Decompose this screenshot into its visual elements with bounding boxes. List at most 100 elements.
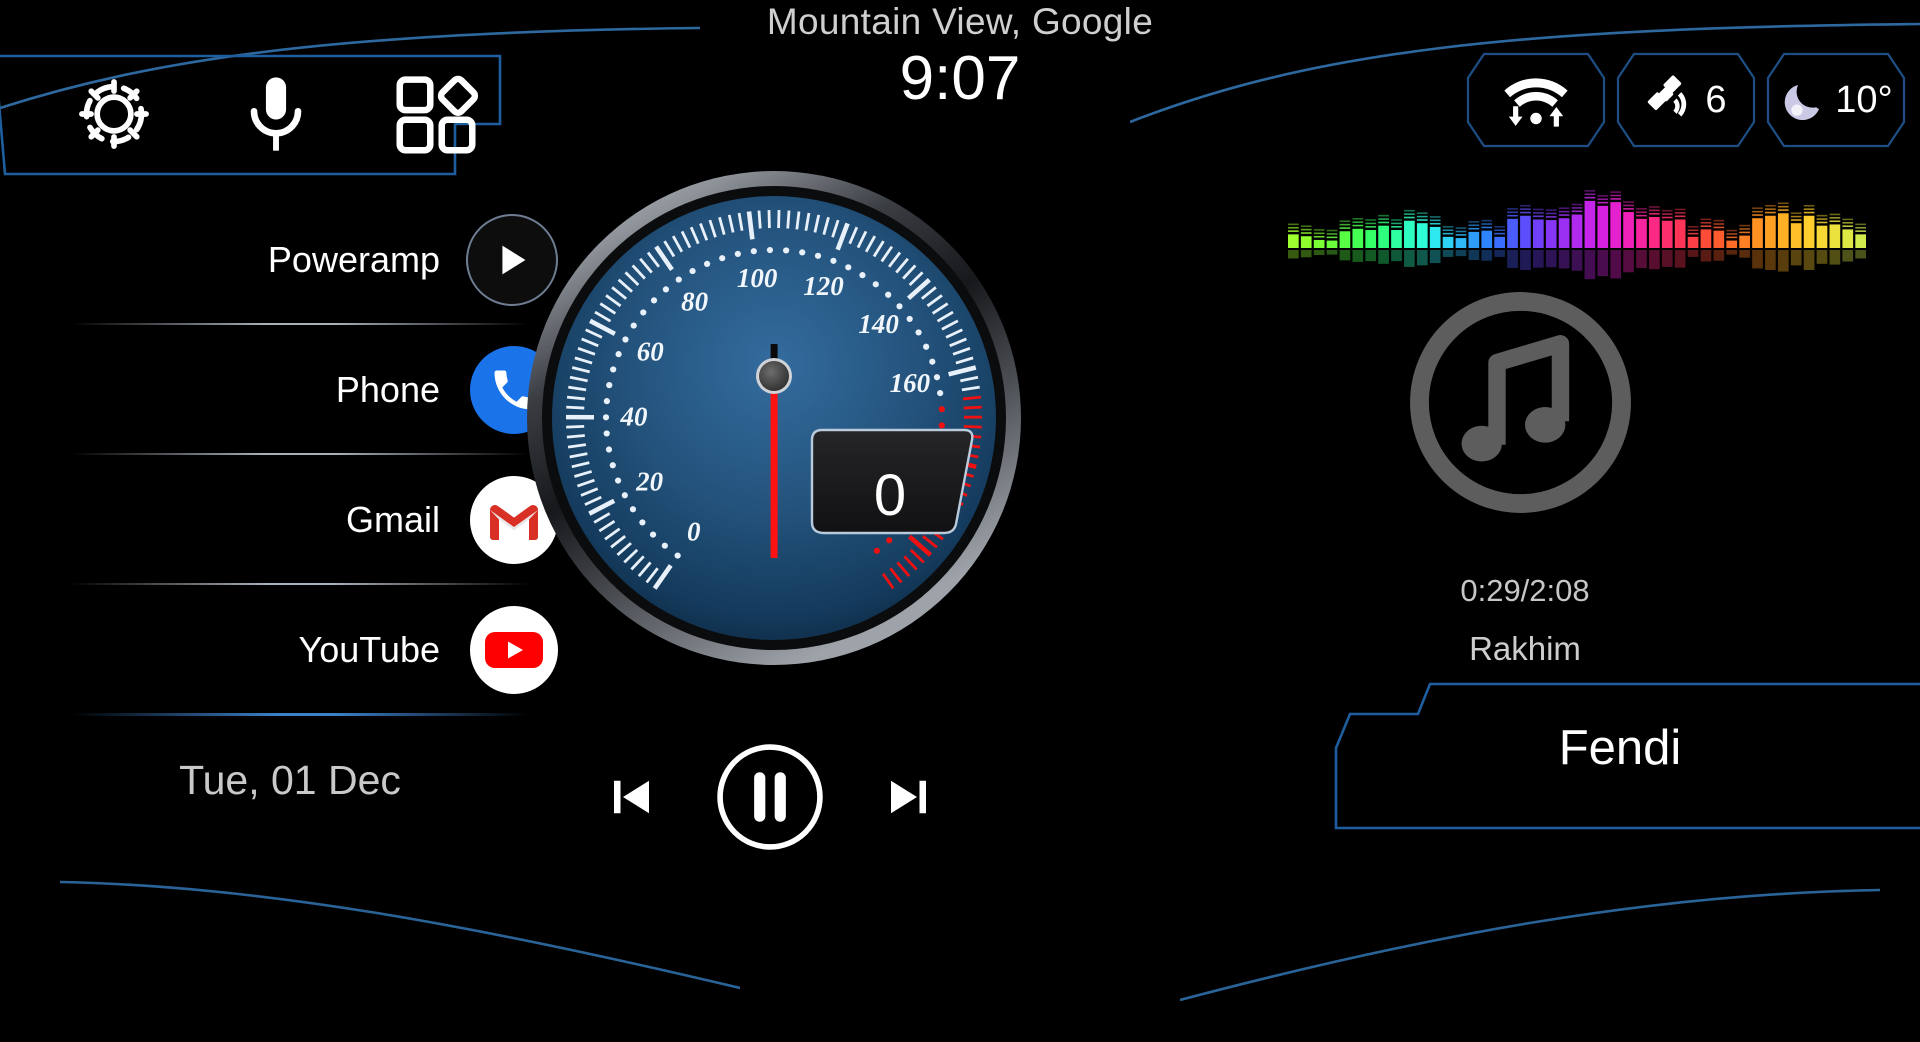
equalizer-bar <box>1507 218 1518 248</box>
wifi-status-badge[interactable] <box>1466 52 1606 148</box>
gear-icon <box>79 79 149 149</box>
gauge-face: 020406080100120140160180200 <box>527 171 1021 665</box>
equalizer-bar <box>1803 215 1815 248</box>
app-label: Poweramp <box>267 238 440 280</box>
app-row-phone[interactable]: Phone <box>0 326 580 453</box>
app-row-poweramp[interactable]: Poweramp <box>0 196 580 323</box>
album-art-placeholder[interactable] <box>1403 285 1638 520</box>
temperature-label: 10° <box>1835 78 1893 121</box>
track-time-label: 0:29/2:08 <box>1460 573 1590 608</box>
svg-text:100: 100 <box>737 263 778 293</box>
equalizer-bar <box>1777 213 1789 248</box>
track-artist-label: Rakhim <box>1469 630 1581 667</box>
svg-text:0: 0 <box>687 517 701 547</box>
svg-text:20: 20 <box>635 466 664 496</box>
equalizer-bar <box>1661 220 1673 248</box>
speedometer-gauge: 020406080100120140160180200 0 <box>524 168 1024 668</box>
decor-sweep-bottom-right <box>1180 888 1881 1002</box>
gps-status-badge[interactable]: 6 <box>1616 52 1756 148</box>
equalizer-bar <box>1339 231 1351 248</box>
equalizer-bar <box>1739 235 1750 248</box>
equalizer-bar <box>1610 202 1622 248</box>
equalizer-bar <box>1468 231 1480 248</box>
wifi-data-icon <box>1499 72 1573 128</box>
equalizer-bar <box>1520 215 1531 248</box>
previous-track-button[interactable] <box>599 767 659 827</box>
svg-text:120: 120 <box>803 271 844 301</box>
media-transport-controls <box>600 742 940 852</box>
equalizer-bar <box>1623 212 1634 248</box>
equalizer-bar <box>1700 229 1712 248</box>
equalizer-bar <box>1365 230 1377 248</box>
app-label: Phone <box>335 368 440 410</box>
svg-text:140: 140 <box>858 309 899 339</box>
equalizer-bar <box>1597 205 1609 248</box>
equalizer-bar <box>1455 238 1467 248</box>
equalizer-bar <box>1300 236 1312 248</box>
weather-status-badge[interactable]: 10° <box>1766 52 1906 148</box>
quick-actions-panel <box>0 52 520 182</box>
skip-next-icon <box>891 780 926 814</box>
equalizer-bar <box>1558 218 1570 248</box>
equalizer-bar <box>1481 230 1493 248</box>
apps-grid-icon <box>396 75 479 154</box>
satellite-icon <box>1645 73 1699 127</box>
equalizer-bar <box>1429 226 1441 248</box>
microphone-icon <box>250 77 302 151</box>
equalizer-bar <box>1726 240 1738 248</box>
list-separator-accent <box>0 713 580 716</box>
car-dashboard-screen: Mountain View, Google 9:07 6 10° Poweram… <box>0 0 1920 1042</box>
svg-text:40: 40 <box>620 401 649 431</box>
app-shortcut-list: Poweramp Phone Gmail YouTube <box>0 196 580 716</box>
speed-value: 0 <box>873 462 907 528</box>
equalizer-bar <box>1378 225 1389 248</box>
date-text: Tue, 01 Dec <box>179 756 401 803</box>
equalizer-bar <box>1790 223 1802 248</box>
audio-equalizer-visualizer <box>1288 190 1866 280</box>
music-note-icon <box>1410 292 1631 513</box>
svg-text:160: 160 <box>890 368 931 398</box>
equalizer-bar <box>1416 223 1428 248</box>
equalizer-bar <box>1571 214 1583 248</box>
equalizer-bar <box>1442 236 1454 248</box>
voice-assistant-button[interactable] <box>236 70 316 163</box>
svg-text:60: 60 <box>637 337 665 367</box>
play-pause-button[interactable] <box>714 741 826 853</box>
equalizer-bar <box>1765 215 1776 248</box>
settings-button[interactable] <box>70 70 158 163</box>
equalizer-bar <box>1313 239 1325 248</box>
equalizer-bar <box>1752 218 1763 248</box>
equalizer-bar <box>1855 234 1866 248</box>
equalizer-bar <box>1713 230 1725 248</box>
equalizer-bar <box>1649 217 1660 248</box>
gps-count-label: 6 <box>1705 78 1727 121</box>
next-track-button[interactable] <box>881 767 941 827</box>
equalizer-bar <box>1391 230 1402 248</box>
svg-text:80: 80 <box>681 287 709 317</box>
equalizer-bar <box>1494 236 1505 248</box>
equalizer-bar <box>1674 219 1686 248</box>
equalizer-bar <box>1404 220 1415 248</box>
location-text: Mountain View, Google <box>766 1 1154 42</box>
skip-previous-icon <box>614 780 649 814</box>
equalizer-bar <box>1288 234 1299 248</box>
equalizer-bar <box>1352 228 1364 248</box>
equalizer-bar <box>1829 224 1841 248</box>
app-row-gmail[interactable]: Gmail <box>0 456 580 583</box>
track-title-text: Fendi <box>1558 721 1682 775</box>
equalizer-bar <box>1687 236 1699 248</box>
equalizer-bar <box>1532 219 1544 248</box>
equalizer-bar <box>1326 240 1338 248</box>
app-label: YouTube <box>298 628 440 670</box>
track-title-panel: Fendi <box>1320 676 1920 836</box>
status-bar: 6 10° <box>1466 52 1906 148</box>
digital-speed-readout: 0 <box>810 443 970 547</box>
moon-icon <box>1779 75 1829 125</box>
app-row-youtube[interactable]: YouTube <box>0 586 580 713</box>
apps-button[interactable] <box>394 72 479 161</box>
pause-icon <box>717 744 823 850</box>
app-label: Gmail <box>345 498 440 540</box>
equalizer-bar <box>1545 220 1557 248</box>
equalizer-bar <box>1842 229 1854 248</box>
equalizer-bar <box>1816 225 1828 248</box>
